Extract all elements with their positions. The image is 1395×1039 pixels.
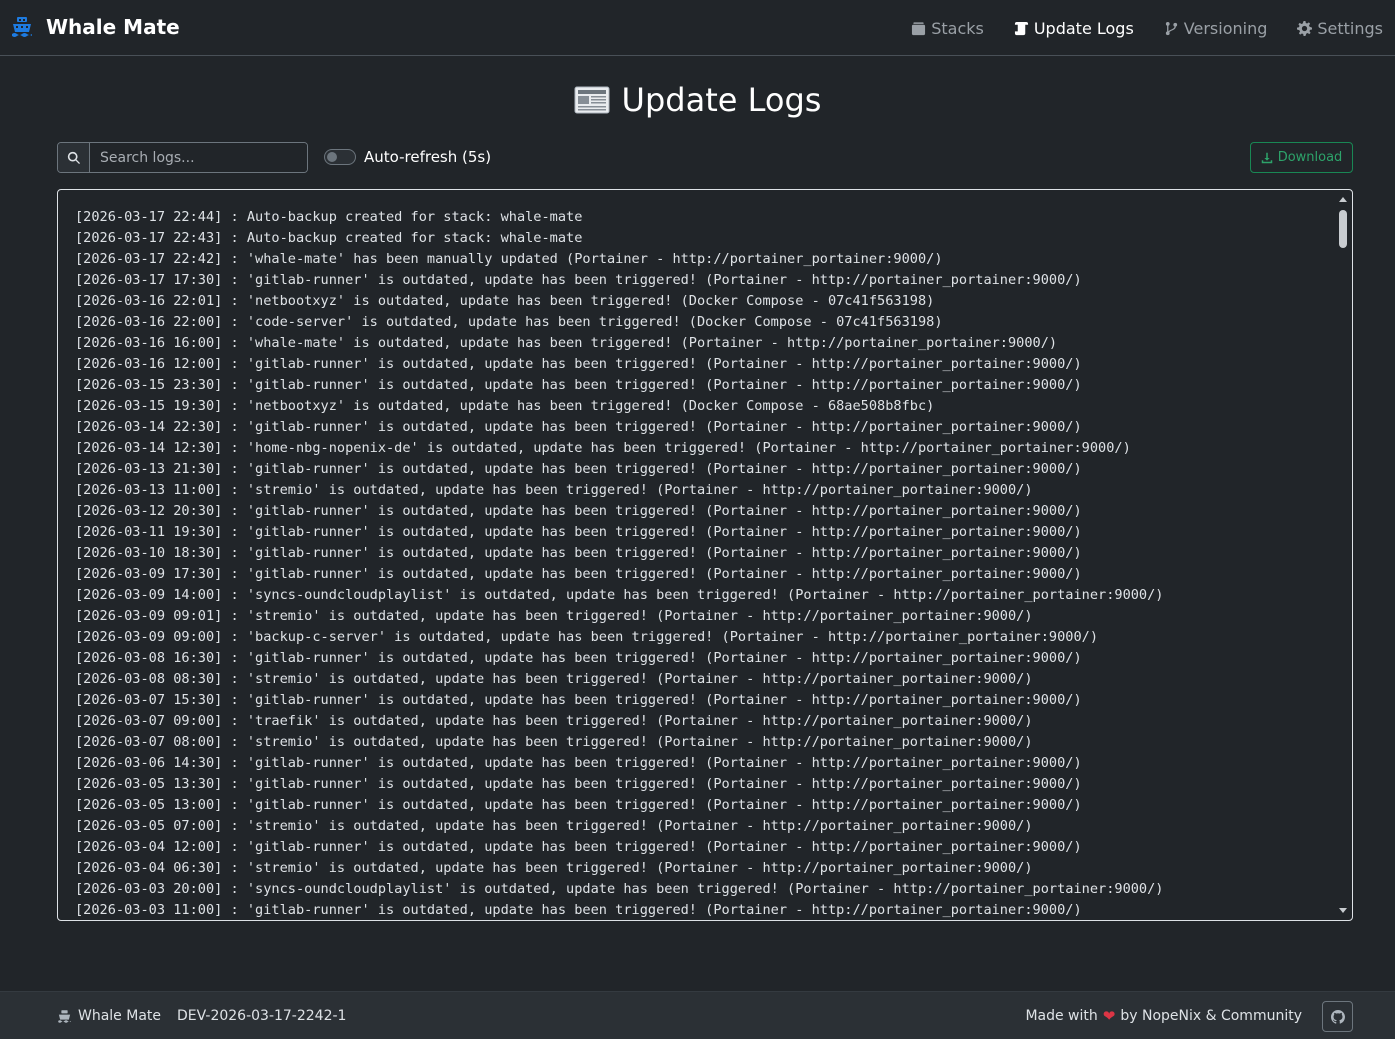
nav-item-label: Update Logs	[1033, 18, 1134, 38]
log-line: [2026-03-03 11:00] : 'gitlab-runner' is …	[75, 902, 1082, 918]
footer-version: DEV-2026-03-17-2242-1	[177, 1008, 347, 1024]
log-line: [2026-03-07 08:00] : 'stremio' is outdat…	[75, 734, 1033, 750]
nav-item-versioning[interactable]: Versioning	[1164, 18, 1268, 38]
log-line: [2026-03-16 22:01] : 'netbootxyz' is out…	[75, 293, 935, 309]
log-line: [2026-03-14 12:30] : 'home-nbg-nopenix-d…	[75, 440, 1131, 456]
nav-item-settings[interactable]: Settings	[1297, 19, 1383, 38]
toggle-knob	[327, 152, 337, 162]
nav-item-label: Settings	[1317, 18, 1383, 38]
github-icon	[1330, 1009, 1345, 1024]
log-line: [2026-03-06 14:30] : 'gitlab-runner' is …	[75, 755, 1082, 771]
log-line: [2026-03-05 13:00] : 'gitlab-runner' is …	[75, 797, 1082, 813]
gear-icon	[1297, 20, 1313, 36]
main-nav: Stacks Update Logs Versioning Settings	[911, 14, 1383, 42]
log-line: [2026-03-12 20:30] : 'gitlab-runner' is …	[75, 503, 1082, 519]
download-label: Download	[1277, 150, 1343, 165]
nav-item-label: Stacks	[931, 18, 984, 38]
log-line: [2026-03-16 12:00] : 'gitlab-runner' is …	[75, 356, 1082, 372]
log-line: [2026-03-05 13:30] : 'gitlab-runner' is …	[75, 776, 1082, 792]
log-line: [2026-03-09 14:00] : 'syncs-oundcloudpla…	[75, 587, 1164, 603]
brand[interactable]: Whale Mate	[10, 12, 180, 42]
made-with-suffix: by NopeNix & Community	[1120, 1008, 1302, 1024]
log-line: [2026-03-13 11:00] : 'stremio' is outdat…	[75, 482, 1033, 498]
log-line: [2026-03-15 23:30] : 'gitlab-runner' is …	[75, 377, 1082, 393]
log-line: [2026-03-07 15:30] : 'gitlab-runner' is …	[75, 692, 1082, 708]
auto-refresh-label[interactable]: Auto-refresh (5s)	[364, 148, 491, 166]
log-line: [2026-03-17 22:44] : Auto-backup created…	[75, 209, 583, 225]
log-line: [2026-03-16 16:00] : 'whale-mate' is out…	[75, 335, 1058, 351]
log-line: [2026-03-04 06:30] : 'stremio' is outdat…	[75, 860, 1033, 876]
footer: Whale Mate DEV-2026-03-17-2242-1 Made wi…	[0, 991, 1395, 1039]
log-line: [2026-03-10 18:30] : 'gitlab-runner' is …	[75, 545, 1082, 561]
scroll-up-arrow[interactable]	[1339, 197, 1347, 202]
log-line: [2026-03-09 09:00] : 'backup-c-server' i…	[75, 629, 1099, 645]
download-icon	[1261, 152, 1272, 163]
search-icon	[58, 143, 90, 172]
auto-refresh-toggle[interactable]	[324, 149, 356, 165]
heart-icon: ❤	[1102, 1007, 1116, 1025]
log-line: [2026-03-05 07:00] : 'stremio' is outdat…	[75, 818, 1033, 834]
log-line: [2026-03-04 12:00] : 'gitlab-runner' is …	[75, 839, 1082, 855]
log-line: [2026-03-15 19:30] : 'netbootxyz' is out…	[75, 398, 935, 414]
nav-item-update-logs[interactable]: Update Logs	[1014, 19, 1134, 38]
log-line: [2026-03-03 20:00] : 'syncs-oundcloudpla…	[75, 881, 1164, 897]
log-line: [2026-03-14 22:30] : 'gitlab-runner' is …	[75, 419, 1082, 435]
page-title: Update Logs	[0, 78, 1395, 122]
layers-icon	[912, 21, 926, 35]
footer-credits: Made with ❤ by NopeNix & Community	[1025, 1007, 1302, 1025]
nav-item-stacks[interactable]: Stacks	[911, 19, 984, 38]
log-line: [2026-03-08 08:30] : 'stremio' is outdat…	[75, 671, 1033, 687]
made-with-prefix: Made with	[1025, 1008, 1098, 1024]
log-line: [2026-03-17 22:43] : Auto-backup created…	[75, 230, 583, 246]
download-button[interactable]: Download	[1250, 142, 1353, 173]
footer-app-name: Whale Mate	[78, 1008, 162, 1024]
log-line: [2026-03-16 22:00] : 'code-server' is ou…	[75, 314, 943, 330]
log-line: [2026-03-07 09:00] : 'traefik' is outdat…	[75, 713, 1033, 729]
footer-brand: Whale Mate DEV-2026-03-17-2242-1	[57, 1008, 346, 1024]
app-title: Whale Mate	[46, 15, 180, 39]
page-title-text: Update Logs	[621, 81, 822, 119]
log-line: [2026-03-11 19:30] : 'gitlab-runner' is …	[75, 524, 1082, 540]
branch-icon	[1165, 21, 1177, 35]
log-line: [2026-03-17 17:30] : 'gitlab-runner' is …	[75, 272, 1082, 288]
log-viewer[interactable]: [2026-03-17 22:44] : Auto-backup created…	[57, 189, 1353, 921]
ship-icon	[10, 15, 34, 39]
log-line: [2026-03-08 16:30] : 'gitlab-runner' is …	[75, 650, 1082, 666]
auto-refresh-control: Auto-refresh (5s)	[324, 146, 491, 168]
log-line: [2026-03-17 22:42] : 'whale-mate' has be…	[75, 251, 943, 267]
scroll-down-arrow[interactable]	[1339, 908, 1347, 913]
log-line: [2026-03-09 17:30] : 'gitlab-runner' is …	[75, 566, 1082, 582]
search-input[interactable]	[90, 143, 307, 172]
newspaper-icon	[574, 84, 610, 116]
ship-icon	[57, 1009, 72, 1024]
github-button[interactable]	[1322, 1001, 1353, 1032]
search-group	[57, 142, 308, 173]
log-scrollbar[interactable]	[1337, 194, 1349, 916]
log-line: [2026-03-13 21:30] : 'gitlab-runner' is …	[75, 461, 1082, 477]
log-content: [2026-03-17 22:44] : Auto-backup created…	[75, 207, 1330, 919]
navbar: Whale Mate Stacks Update Logs Versioning…	[0, 0, 1395, 56]
scroll-thumb[interactable]	[1339, 210, 1347, 248]
scroll-icon	[1014, 21, 1028, 35]
nav-item-label: Versioning	[1183, 18, 1268, 38]
log-line: [2026-03-09 09:01] : 'stremio' is outdat…	[75, 608, 1033, 624]
